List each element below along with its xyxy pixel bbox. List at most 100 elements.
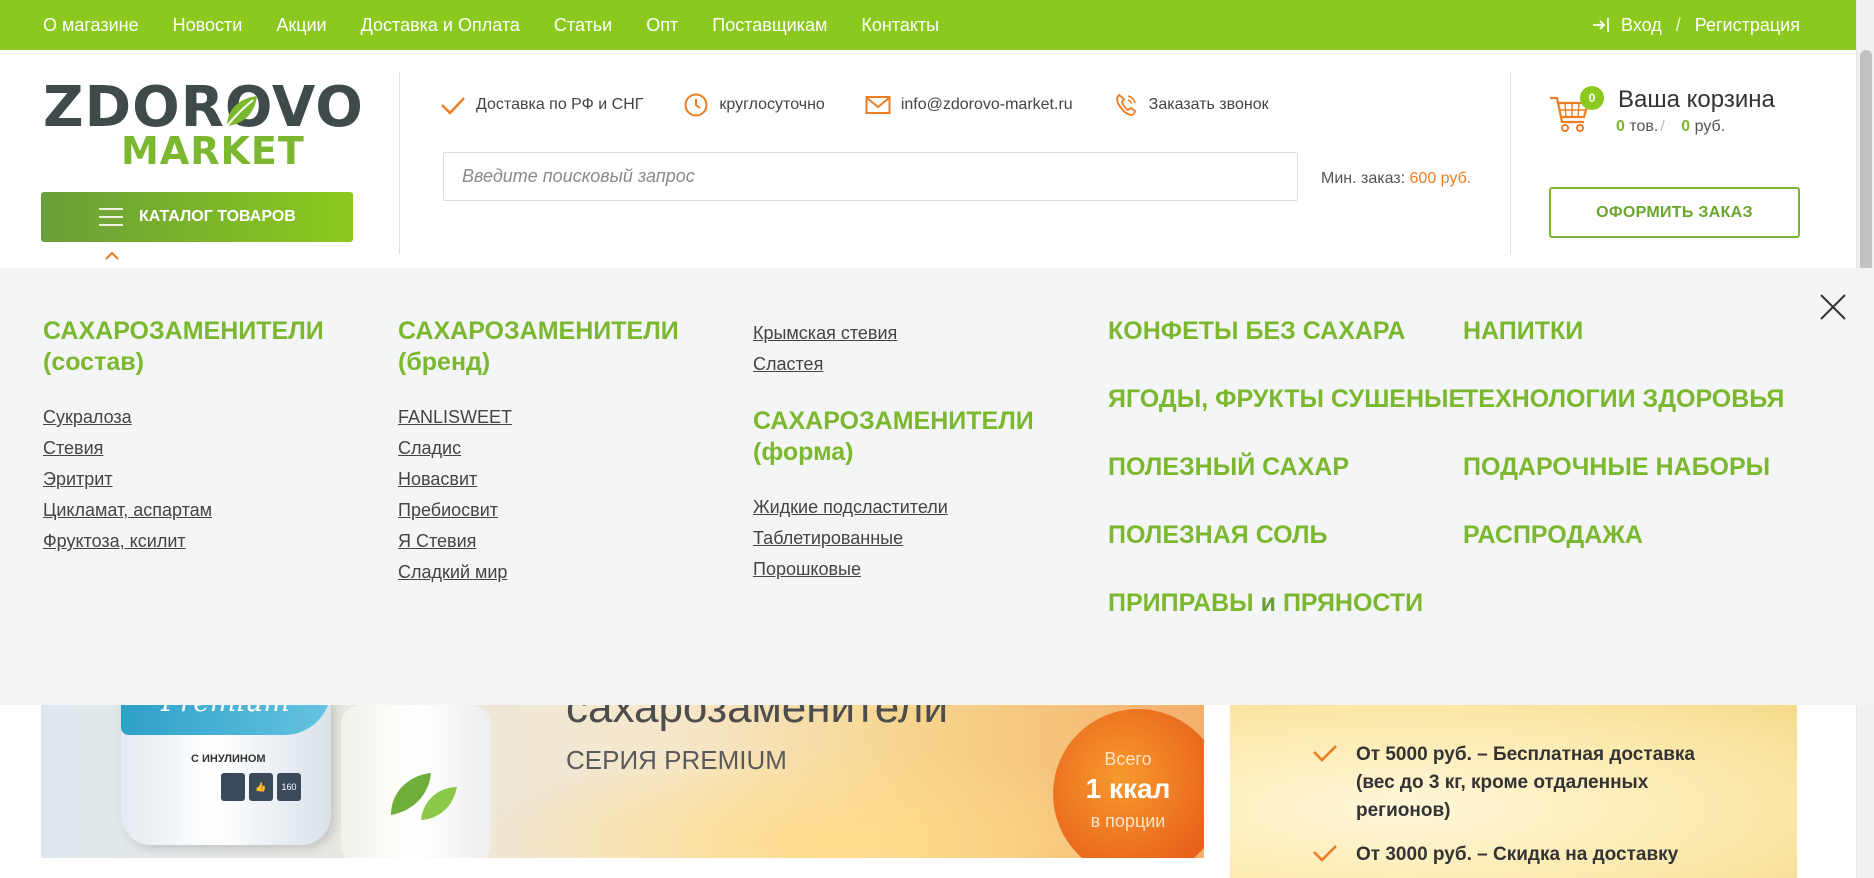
login-icon[interactable] xyxy=(1591,15,1611,35)
portions-badge: 160 xyxy=(277,773,301,801)
phone-icon xyxy=(1115,93,1136,116)
cart-summary: 0 тов./ 0 руб. xyxy=(1616,118,1725,136)
leaf-icon xyxy=(226,96,257,127)
logo-wordmark-top: ZDOROVO xyxy=(43,75,364,140)
category-drinks[interactable]: НАПИТКИ xyxy=(1463,316,1784,347)
category-heading-subline: (форма) xyxy=(753,438,854,466)
cart-widget[interactable]: 0 Ваша корзина 0 тов./ 0 руб. xyxy=(1548,86,1798,146)
category-heading-composition[interactable]: САХАРОЗАМЕНИТЕЛИ (состав) xyxy=(43,316,324,378)
register-link[interactable]: Регистрация xyxy=(1695,15,1800,36)
header-info-row: Доставка по РФ и СНГ круглосуточно info@… xyxy=(440,92,1309,118)
cart-title[interactable]: Ваша корзина xyxy=(1618,86,1775,114)
delivery-terms-panel: От 5000 руб. – Бесплатная доставка (вес … xyxy=(1230,705,1797,878)
category-link-fanlisweet[interactable]: FANLISWEET xyxy=(398,402,679,433)
header-divider-left xyxy=(399,72,400,254)
category-links: Жидкие подсластители Таблетированные Пор… xyxy=(753,492,1034,585)
callback-info[interactable]: Заказать звонок xyxy=(1113,92,1269,118)
envelope-icon xyxy=(865,96,891,114)
product-bottle-image: Premium С ИНУЛИНОМ 👍 160 xyxy=(121,705,331,845)
nav-link-promotions[interactable]: Акции xyxy=(276,15,326,36)
category-link-fructose[interactable]: Фруктоза, ксилит xyxy=(43,526,324,557)
mint-leaves-icon xyxy=(391,773,457,820)
nav-link-about[interactable]: О магазине xyxy=(43,15,139,36)
category-heading-form[interactable]: САХАРОЗАМЕНИТЕЛИ (форма) xyxy=(753,406,1034,468)
category-link-novasvit[interactable]: Новасвит xyxy=(398,464,679,495)
category-link-sucralose[interactable]: Сукралоза xyxy=(43,402,324,433)
calorie-badge-line2: 1 ккал xyxy=(1085,773,1171,804)
nav-link-delivery[interactable]: Доставка и Оплата xyxy=(361,15,520,36)
nav-link-news[interactable]: Новости xyxy=(173,15,243,36)
bottle-badges: 👍 160 xyxy=(221,773,301,801)
category-link-sladis[interactable]: Сладис xyxy=(398,433,679,464)
category-link-slasteya[interactable]: Сластея xyxy=(753,349,1034,380)
category-link-stevia[interactable]: Стевия xyxy=(43,433,324,464)
close-icon[interactable] xyxy=(1818,292,1848,322)
category-link-cyclamate[interactable]: Цикламат, аспартам xyxy=(43,495,324,526)
catalog-button-label: КАТАЛОГ ТОВАРОВ xyxy=(139,208,296,225)
callback-link[interactable]: Заказать звонок xyxy=(1149,96,1269,114)
auth-separator: / xyxy=(1675,14,1681,35)
clock-icon xyxy=(684,93,708,117)
min-order-label: Мин. заказ: xyxy=(1321,170,1406,187)
thumbs-up-icon: 👍 xyxy=(249,773,273,801)
category-link-prebiosvit[interactable]: Пребиосвит xyxy=(398,495,679,526)
catalog-button[interactable]: КАТАЛОГ ТОВАРОВ xyxy=(41,192,353,242)
category-link-sladkiy-mir[interactable]: Сладкий мир xyxy=(398,557,679,588)
category-link-ya-stevia[interactable]: Я Стевия xyxy=(398,526,679,557)
menu-column-categories-a: КОНФЕТЫ БЕЗ САХАРА ЯГОДЫ, ФРУКТЫ СУШЕНЫЕ… xyxy=(1108,316,1465,656)
cart-items-count: 0 xyxy=(1616,118,1625,135)
email-link[interactable]: info@zdorovo-market.ru xyxy=(901,96,1073,114)
nav-link-suppliers[interactable]: Поставщикам xyxy=(712,15,827,36)
category-spices[interactable]: ПРИПРАВЫ и ПРЯНОСТИ xyxy=(1108,588,1465,619)
top-nav: О магазине Новости Акции Доставка и Опла… xyxy=(43,0,973,50)
bottle-label: Premium xyxy=(161,705,290,718)
delivery-term-item: От 3000 руб. – Скидка на доставку xyxy=(1312,841,1716,869)
cart-sum: 0 xyxy=(1681,118,1691,135)
search-box xyxy=(443,152,1298,201)
promo-banner[interactable]: Premium С ИНУЛИНОМ 👍 160 сахарозаменител… xyxy=(41,705,1204,858)
calorie-badge: Всего 1 ккал в порции xyxy=(1053,709,1204,858)
category-heading-line: САХАРОЗАМЕНИТЕЛИ xyxy=(753,407,1034,435)
category-dried-fruits[interactable]: ЯГОДЫ, ФРУКТЫ СУШЕНЫЕ xyxy=(1108,384,1465,415)
email-info[interactable]: info@zdorovo-market.ru xyxy=(865,92,1073,118)
category-spices-part1: ПРИПРАВЫ xyxy=(1108,589,1254,617)
category-heading-line: САХАРОЗАМЕНИТЕЛИ xyxy=(43,317,324,345)
category-links: Сукралоза Стевия Эритрит Цикламат, аспар… xyxy=(43,402,324,557)
cart-count-badge: 0 xyxy=(1580,86,1604,110)
category-candies[interactable]: КОНФЕТЫ БЕЗ САХАРА xyxy=(1108,316,1465,347)
category-link-powders[interactable]: Порошковые xyxy=(753,554,1034,585)
category-heading-brand[interactable]: САХАРОЗАМЕНИТЕЛИ (бренд) xyxy=(398,316,679,378)
nav-link-contacts[interactable]: Контакты xyxy=(861,15,939,36)
category-link-liquid[interactable]: Жидкие подсластители xyxy=(753,492,1034,523)
category-link-tablets[interactable]: Таблетированные xyxy=(753,523,1034,554)
banner-heading: сахарозаменители xyxy=(566,705,949,732)
checkout-button[interactable]: ОФОРМИТЬ ЗАКАЗ xyxy=(1549,187,1800,238)
menu-column-composition: САХАРОЗАМЕНИТЕЛИ (состав) Сукралоза Стев… xyxy=(43,316,324,557)
category-healthy-sugar[interactable]: ПОЛЕЗНЫЙ САХАР xyxy=(1108,452,1465,483)
category-link-erythritol[interactable]: Эритрит xyxy=(43,464,324,495)
checkmark-icon xyxy=(1313,845,1337,862)
category-heading-subline: (состав) xyxy=(43,348,144,376)
cart-items-unit: тов. xyxy=(1629,118,1659,135)
hours-info-text: круглосуточно xyxy=(719,96,825,113)
delivery-info: Доставка по РФ и СНГ xyxy=(440,92,643,118)
search-input[interactable] xyxy=(444,153,1297,200)
delivery-info-text: Доставка по РФ и СНГ xyxy=(476,96,644,113)
category-healthy-salt[interactable]: ПОЛЕЗНАЯ СОЛЬ xyxy=(1108,520,1465,551)
hours-info: круглосуточно xyxy=(683,92,825,118)
login-link[interactable]: Вход xyxy=(1621,15,1662,36)
logo-wordmark-bottom: MARKET xyxy=(121,129,305,173)
category-health-tech[interactable]: ТЕХНОЛОГИИ ЗДОРОВЬЯ xyxy=(1463,384,1784,415)
min-order-value: 600 руб. xyxy=(1409,170,1472,187)
site-logo[interactable]: ZDOROVO MARKET xyxy=(43,80,363,173)
category-gift-sets[interactable]: ПОДАРОЧНЫЕ НАБОРЫ xyxy=(1463,452,1784,483)
category-sale[interactable]: РАСПРОДАЖА xyxy=(1463,520,1784,551)
menu-column-form: Крымская стевия Сластея САХАРОЗАМЕНИТЕЛИ… xyxy=(753,318,1034,585)
bottle-note: С ИНУЛИНОМ xyxy=(191,753,266,765)
delivery-term-item: От 5000 руб. – Бесплатная доставка (вес … xyxy=(1312,741,1716,825)
category-link-crimean-stevia[interactable]: Крымская стевия xyxy=(753,318,1034,349)
category-heading-line: САХАРОЗАМЕНИТЕЛИ xyxy=(398,317,679,345)
nav-link-articles[interactable]: Статьи xyxy=(554,15,612,36)
nav-link-wholesale[interactable]: Опт xyxy=(646,15,678,36)
checkmark-icon xyxy=(1313,745,1337,762)
